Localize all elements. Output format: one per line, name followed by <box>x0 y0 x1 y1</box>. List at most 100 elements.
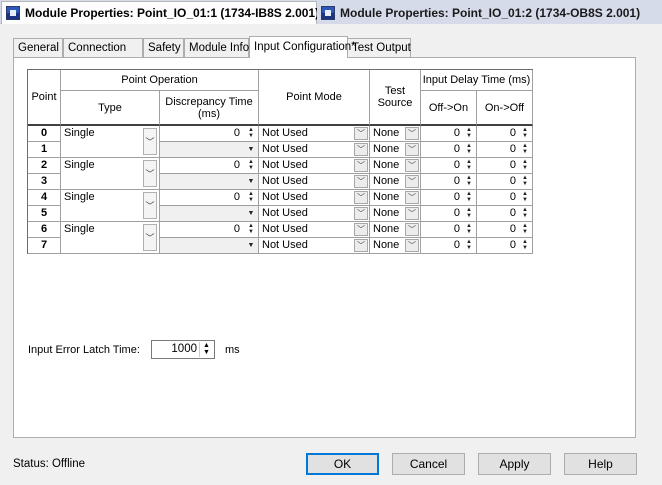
discrepancy-time-field[interactable]: 0 ▲ ▼ <box>160 190 259 206</box>
off-on-delay-field[interactable]: 0 ▲ ▼ <box>421 206 477 222</box>
type-combobox[interactable]: Single ﹀ <box>61 190 160 222</box>
chevron-down-icon[interactable]: ﹀ <box>354 239 368 252</box>
on-off-delay-field[interactable]: 0 ▲ ▼ <box>477 222 533 238</box>
spin-arrows-icon[interactable]: ▲ ▼ <box>245 191 257 204</box>
chevron-down-icon[interactable]: ﹀ <box>354 127 368 140</box>
point-mode-combobox[interactable]: Not Used ﹀ <box>259 158 370 174</box>
test-source-combobox[interactable]: None ﹀ <box>370 190 421 206</box>
tab-connection[interactable]: Connection <box>63 38 143 58</box>
tab-safety[interactable]: Safety <box>143 38 184 58</box>
latch-time-field[interactable]: 1000 ▲ ▼ <box>151 340 215 359</box>
discrepancy-dropdown[interactable]: ▼ <box>160 174 259 190</box>
tab-test-output[interactable]: Test Output <box>347 38 411 58</box>
test-source-combobox[interactable]: None ﹀ <box>370 158 421 174</box>
tab-general[interactable]: General <box>13 38 63 58</box>
test-source-combobox[interactable]: None ﹀ <box>370 142 421 158</box>
off-on-delay-field[interactable]: 0 ▲ ▼ <box>421 126 477 142</box>
off-on-delay-field[interactable]: 0 ▲ ▼ <box>421 142 477 158</box>
cancel-button[interactable]: Cancel <box>392 453 465 475</box>
chevron-down-icon[interactable]: ﹀ <box>405 143 419 156</box>
chevron-down-icon[interactable]: ﹀ <box>405 175 419 188</box>
spin-arrows-icon[interactable]: ▲ ▼ <box>245 159 257 172</box>
chevron-down-icon[interactable]: ﹀ <box>354 191 368 204</box>
test-source-combobox[interactable]: None ﹀ <box>370 174 421 190</box>
chevron-down-icon[interactable]: ﹀ <box>405 191 419 204</box>
dropdown-arrow-icon[interactable]: ▼ <box>245 143 257 156</box>
on-off-delay-field[interactable]: 0 ▲ ▼ <box>477 142 533 158</box>
discrepancy-time-field[interactable]: 0 ▲ ▼ <box>160 126 259 142</box>
spin-arrows-icon[interactable]: ▲ ▼ <box>463 175 475 188</box>
chevron-down-icon[interactable]: ﹀ <box>143 224 157 251</box>
discrepancy-dropdown[interactable]: ▼ <box>160 142 259 158</box>
spin-arrows-icon[interactable]: ▲ ▼ <box>519 127 531 140</box>
test-source-combobox[interactable]: None ﹀ <box>370 222 421 238</box>
dropdown-arrow-icon[interactable]: ▼ <box>245 207 257 220</box>
spin-arrows-icon[interactable]: ▲ ▼ <box>519 207 531 220</box>
apply-button[interactable]: Apply <box>478 453 551 475</box>
off-on-delay-field[interactable]: 0 ▲ ▼ <box>421 158 477 174</box>
chevron-down-icon[interactable]: ﹀ <box>354 159 368 172</box>
chevron-down-icon[interactable]: ﹀ <box>354 223 368 236</box>
spin-arrows-icon[interactable]: ▲ ▼ <box>463 143 475 156</box>
spin-arrows-icon[interactable]: ▲ ▼ <box>199 342 213 357</box>
test-source-combobox[interactable]: None ﹀ <box>370 206 421 222</box>
spin-arrows-icon[interactable]: ▲ ▼ <box>463 159 475 172</box>
spin-arrows-icon[interactable]: ▲ ▼ <box>463 127 475 140</box>
chevron-down-icon[interactable]: ﹀ <box>143 160 157 187</box>
type-combobox[interactable]: Single ﹀ <box>61 158 160 190</box>
spin-arrows-icon[interactable]: ▲ ▼ <box>463 207 475 220</box>
type-combobox[interactable]: Single ﹀ <box>61 126 160 158</box>
discrepancy-dropdown[interactable]: ▼ <box>160 238 259 254</box>
spin-arrows-icon[interactable]: ▲ ▼ <box>245 127 257 140</box>
chevron-down-icon[interactable]: ﹀ <box>354 175 368 188</box>
chevron-down-icon[interactable]: ﹀ <box>405 207 419 220</box>
spin-arrows-icon[interactable]: ▲ ▼ <box>519 223 531 236</box>
discrepancy-time-field[interactable]: 0 ▲ ▼ <box>160 222 259 238</box>
spin-arrows-icon[interactable]: ▲ ▼ <box>519 175 531 188</box>
chevron-down-icon[interactable]: ﹀ <box>143 128 157 155</box>
test-source-combobox[interactable]: None ﹀ <box>370 126 421 142</box>
spin-arrows-icon[interactable]: ▲ ▼ <box>463 223 475 236</box>
spin-arrows-icon[interactable]: ▲ ▼ <box>245 223 257 236</box>
on-off-delay-field[interactable]: 0 ▲ ▼ <box>477 126 533 142</box>
dropdown-arrow-icon[interactable]: ▼ <box>245 239 257 252</box>
on-off-delay-field[interactable]: 0 ▲ ▼ <box>477 158 533 174</box>
point-mode-combobox[interactable]: Not Used ﹀ <box>259 126 370 142</box>
type-combobox[interactable]: Single ﹀ <box>61 222 160 254</box>
off-on-delay-field[interactable]: 0 ▲ ▼ <box>421 222 477 238</box>
chevron-down-icon[interactable]: ﹀ <box>405 223 419 236</box>
discrepancy-dropdown[interactable]: ▼ <box>160 206 259 222</box>
point-mode-combobox[interactable]: Not Used ﹀ <box>259 190 370 206</box>
chevron-down-icon[interactable]: ﹀ <box>405 239 419 252</box>
spin-arrows-icon[interactable]: ▲ ▼ <box>463 191 475 204</box>
spin-arrows-icon[interactable]: ▲ ▼ <box>519 159 531 172</box>
dropdown-arrow-icon[interactable]: ▼ <box>245 175 257 188</box>
tab-module-info[interactable]: Module Info <box>184 38 249 58</box>
on-off-delay-field[interactable]: 0 ▲ ▼ <box>477 174 533 190</box>
chevron-down-icon[interactable]: ﹀ <box>405 127 419 140</box>
spin-arrows-icon[interactable]: ▲ ▼ <box>519 143 531 156</box>
spin-arrows-icon[interactable]: ▲ ▼ <box>519 191 531 204</box>
on-off-delay-field[interactable]: 0 ▲ ▼ <box>477 190 533 206</box>
tab-input-configuration[interactable]: Input Configuration* <box>249 36 356 58</box>
chevron-down-icon[interactable]: ﹀ <box>354 143 368 156</box>
point-mode-combobox[interactable]: Not Used ﹀ <box>259 206 370 222</box>
ok-button[interactable]: OK <box>306 453 379 475</box>
chevron-down-icon[interactable]: ﹀ <box>405 159 419 172</box>
test-source-combobox[interactable]: None ﹀ <box>370 238 421 254</box>
on-off-delay-field[interactable]: 0 ▲ ▼ <box>477 206 533 222</box>
off-on-delay-field[interactable]: 0 ▲ ▼ <box>421 238 477 254</box>
help-button[interactable]: Help <box>564 453 637 475</box>
off-on-delay-field[interactable]: 0 ▲ ▼ <box>421 174 477 190</box>
document-tab-output-module[interactable]: Module Properties: Point_IO_01:2 (1734-O… <box>317 1 662 24</box>
chevron-down-icon[interactable]: ﹀ <box>354 207 368 220</box>
point-mode-combobox[interactable]: Not Used ﹀ <box>259 222 370 238</box>
off-on-delay-field[interactable]: 0 ▲ ▼ <box>421 190 477 206</box>
spin-arrows-icon[interactable]: ▲ ▼ <box>519 239 531 252</box>
point-mode-combobox[interactable]: Not Used ﹀ <box>259 142 370 158</box>
discrepancy-time-field[interactable]: 0 ▲ ▼ <box>160 158 259 174</box>
document-tab-input-module[interactable]: Module Properties: Point_IO_01:1 (1734-I… <box>1 1 340 24</box>
point-mode-combobox[interactable]: Not Used ﹀ <box>259 238 370 254</box>
on-off-delay-field[interactable]: 0 ▲ ▼ <box>477 238 533 254</box>
chevron-down-icon[interactable]: ﹀ <box>143 192 157 219</box>
